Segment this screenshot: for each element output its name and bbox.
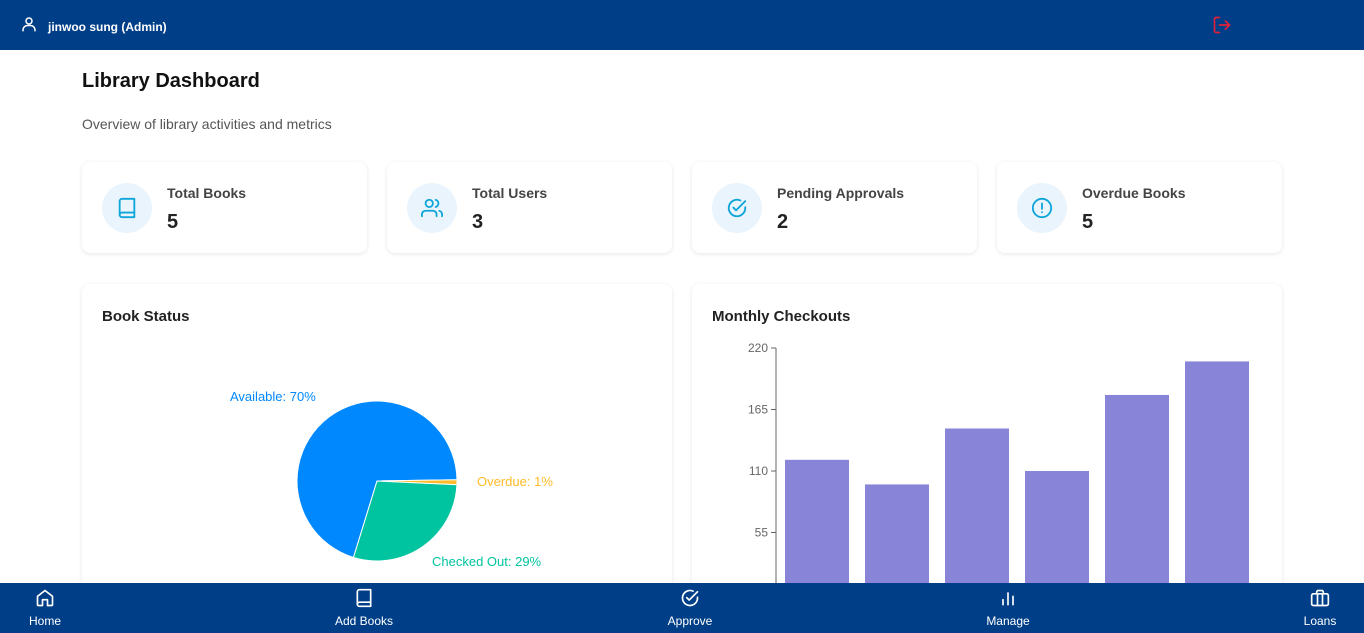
stat-label: Total Users [472,185,548,201]
nav-label: Home [28,614,61,628]
nav-label: Loans [1303,614,1337,628]
users-icon [407,183,457,233]
stat-label: Total Books [167,185,247,201]
pie-slice-label: Overdue: 1% [477,474,553,489]
logout-icon[interactable] [1212,15,1232,35]
check-circle-icon [681,589,699,607]
nav-item-add-books[interactable]: Add Books [324,583,404,633]
book-status-pie-chart: Available: 70% Overdue: 1% Checked Out: 29… [230,389,553,569]
monthly-checkouts-panel: Monthly Checkouts 220 165 110 55 [692,284,1282,604]
y-tick-label: 220 [748,341,768,355]
bar-chart-icon [1002,592,1014,606]
pie-slice-label: Checked Out: 29% [432,554,542,569]
stat-label: Overdue Books [1082,185,1186,201]
alert-circle-icon [1017,183,1067,233]
top-bar: jinwoo sung (Admin) [0,0,1364,50]
stat-value: 3 [472,211,484,233]
stat-value: 5 [1082,211,1094,233]
y-tick-label: 55 [755,526,769,540]
bar [785,459,849,584]
stat-card-pending-approvals: Pending Approvals 2 [692,162,977,253]
check-circle-icon [712,183,762,233]
nav-item-loans[interactable]: Loans [1290,583,1350,633]
y-tick-label: 110 [749,464,768,478]
book-status-panel: Book Status Available: 70% Overdue: 1% Che… [82,284,672,604]
bar [1025,471,1089,584]
y-tick-label: 165 [748,403,768,417]
bar [1185,361,1249,584]
stat-label: Pending Approvals [777,185,905,201]
stat-card-total-users: Total Users 3 [387,162,672,253]
book-icon [356,588,372,608]
nav-item-manage[interactable]: Manage [974,583,1042,633]
stat-card-overdue-books: Overdue Books 5 [997,162,1282,253]
nav-item-approve[interactable]: Approve [655,583,725,633]
book-icon [102,183,152,233]
page-title: Library Dashboard [82,70,260,92]
nav-label: Approve [667,614,713,628]
bar [865,484,929,584]
briefcase-icon [1310,589,1330,607]
bar [1105,394,1169,584]
bar [945,428,1009,584]
nav-label: Add Books [334,614,394,628]
stat-value: 5 [167,211,179,233]
page-subtitle: Overview of library activities and metri… [82,116,332,132]
user-name: jinwoo sung (Admin) [48,19,167,34]
bottom-nav: Home Add Books Approve Manage Loans [0,583,1364,633]
stat-value: 2 [777,211,789,233]
nav-item-home[interactable]: Home [14,583,76,633]
monthly-checkouts-bar-chart: 220 165 110 55 [748,341,1249,584]
home-icon [36,589,54,607]
stat-card-total-books: Total Books 5 [82,162,367,253]
user-info: jinwoo sung (Admin) [20,15,167,38]
user-icon [20,15,38,38]
pie-slice-label: Available: 70% [230,389,316,404]
nav-label: Manage [986,614,1030,628]
